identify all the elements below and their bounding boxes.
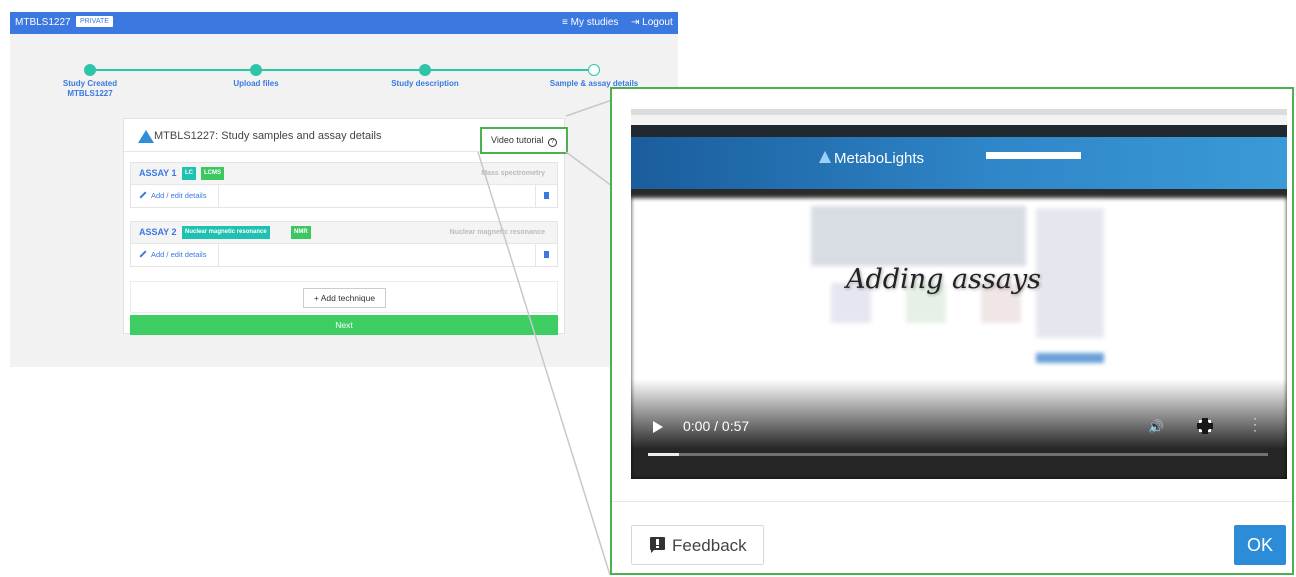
ok-button[interactable]: OK bbox=[1234, 525, 1286, 565]
blur-block bbox=[1036, 208, 1104, 338]
private-badge: PRIVATE bbox=[76, 16, 113, 27]
step-3-dot[interactable] bbox=[419, 64, 431, 76]
assay-1-edit-link[interactable]: Add / edit details bbox=[139, 191, 206, 200]
assay-1-header: ASSAY 1 LC LCMS Mass spectrometry bbox=[131, 163, 557, 185]
trash-icon[interactable] bbox=[544, 251, 549, 258]
metabolights-logo-icon bbox=[138, 130, 154, 143]
assay-row-2: ASSAY 2 Nuclear magnetic resonance NMR N… bbox=[130, 221, 558, 267]
step-1-label: Study Created MTBLS1227 bbox=[35, 79, 145, 99]
assay-1-edit-label: Add / edit details bbox=[151, 191, 207, 200]
top-navbar: MTBLS1227 PRIVATE ≡ My studies ⇥ Logout bbox=[10, 12, 678, 34]
video-progress-bar[interactable] bbox=[648, 453, 1268, 456]
assay-details-card: MTBLS1227: Study samples and assay detai… bbox=[123, 118, 568, 335]
video-tutorial-label: Video tutorial bbox=[491, 135, 544, 145]
assay-row-1: ASSAY 1 LC LCMS Mass spectrometry Add / … bbox=[130, 162, 558, 208]
step-4-dot[interactable] bbox=[588, 64, 600, 76]
trash-icon[interactable] bbox=[544, 192, 549, 199]
assay-1-name: ASSAY 1 bbox=[139, 168, 177, 178]
step-2-dot[interactable] bbox=[250, 64, 262, 76]
video-player[interactable]: MetaboLights Adding assays 0:00 / 0:57 🔊 bbox=[631, 109, 1287, 479]
video-tutorial-button[interactable]: Video tutorial ? bbox=[480, 127, 568, 154]
add-technique-row: + Add technique bbox=[130, 281, 558, 313]
site-logo-icon bbox=[819, 151, 831, 163]
feedback-label: Feedback bbox=[672, 536, 747, 555]
add-technique-button[interactable]: + Add technique bbox=[303, 288, 386, 308]
card-title: MTBLS1227: Study samples and assay detai… bbox=[154, 130, 382, 142]
site-top-nav bbox=[631, 125, 1287, 137]
assay-2-name: ASSAY 2 bbox=[139, 227, 177, 237]
assay-2-header: ASSAY 2 Nuclear magnetic resonance NMR N… bbox=[131, 222, 557, 244]
video-tutorial-modal: MetaboLights Adding assays 0:00 / 0:57 🔊 bbox=[610, 87, 1294, 575]
video-time: 0:00 / 0:57 bbox=[683, 418, 750, 434]
volume-icon[interactable]: 🔊 bbox=[1148, 419, 1164, 434]
assay-2-tag-nmr-full: Nuclear magnetic resonance bbox=[182, 226, 270, 239]
help-circle-icon: ? bbox=[547, 138, 557, 147]
assay-1-tag-lcms: LCMS bbox=[201, 167, 224, 180]
divider bbox=[218, 244, 219, 266]
step-1-title: Study Created bbox=[62, 79, 118, 88]
pencil-icon bbox=[139, 191, 147, 199]
study-id: MTBLS1227 bbox=[15, 17, 71, 28]
fullscreen-icon-mask bbox=[1197, 423, 1213, 429]
browser-address-bar bbox=[631, 115, 1287, 125]
site-menu-bar bbox=[811, 189, 1105, 198]
logout-link[interactable]: ⇥ Logout bbox=[631, 17, 673, 28]
step-1-dot[interactable] bbox=[84, 64, 96, 76]
feedback-icon-mark bbox=[656, 539, 659, 545]
progress-stepper: Study Created MTBLS1227 Upload files Stu… bbox=[10, 34, 678, 114]
blur-block bbox=[1036, 353, 1104, 363]
assay-2-actions: Add / edit details bbox=[131, 244, 557, 266]
assay-1-tag-lc: LC bbox=[182, 167, 196, 180]
divider bbox=[535, 244, 536, 266]
divider bbox=[218, 185, 219, 207]
step-1-sublabel: MTBLS1227 bbox=[67, 89, 113, 98]
my-studies-link[interactable]: ≡ My studies bbox=[562, 17, 618, 28]
video-caption: Adding assays bbox=[846, 264, 1041, 295]
assay-2-edit-link[interactable]: Add / edit details bbox=[139, 250, 206, 259]
feedback-icon-dot bbox=[656, 546, 659, 548]
site-logo-text: MetaboLights bbox=[834, 150, 925, 167]
feedback-button[interactable]: Feedback bbox=[631, 525, 764, 565]
more-options-icon[interactable]: · · · bbox=[1253, 412, 1257, 436]
assay-2-tag-nmr: NMR bbox=[291, 226, 311, 239]
step-3-label: Study description bbox=[391, 79, 459, 88]
site-logo: MetaboLights bbox=[819, 150, 924, 167]
assay-1-type: Mass spectrometry bbox=[481, 170, 545, 177]
next-button[interactable]: Next bbox=[130, 315, 558, 335]
screenshot-root: MTBLS1227 PRIVATE ≡ My studies ⇥ Logout … bbox=[0, 0, 1296, 577]
video-progress-fill bbox=[648, 453, 679, 456]
feedback-icon bbox=[650, 537, 665, 553]
assay-2-type: Nuclear magnetic resonance bbox=[449, 229, 545, 236]
assay-2-edit-label: Add / edit details bbox=[151, 250, 207, 259]
blur-block bbox=[811, 206, 1026, 266]
divider bbox=[535, 185, 536, 207]
site-banner: MetaboLights bbox=[631, 137, 1287, 189]
play-icon[interactable] bbox=[653, 421, 663, 433]
assay-1-actions: Add / edit details bbox=[131, 185, 557, 207]
site-search-box bbox=[986, 152, 1081, 159]
step-2-label: Upload files bbox=[233, 79, 279, 88]
modal-footer-divider bbox=[612, 501, 1292, 502]
stepper-line bbox=[90, 69, 588, 71]
pencil-icon bbox=[139, 250, 147, 258]
app-window: MTBLS1227 PRIVATE ≡ My studies ⇥ Logout … bbox=[10, 12, 678, 367]
